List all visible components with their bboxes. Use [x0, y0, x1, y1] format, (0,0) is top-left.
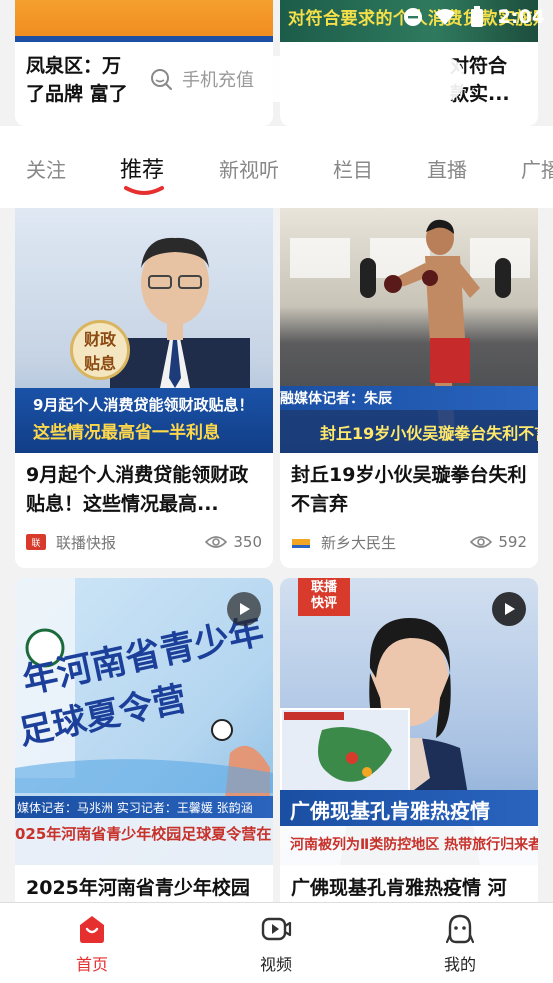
nav-profile[interactable]: 我的	[410, 913, 510, 975]
nav-profile-label: 我的	[443, 955, 476, 974]
previous-cards-strip: 凤泉区：万 了品牌 富了 对符合要求的个人消费贷款实施贴息 对符合 款实... …	[0, 0, 553, 126]
finance-badge: 财政 贴息	[70, 320, 130, 380]
tab-live[interactable]: 直播	[427, 154, 467, 183]
thumbnail-caption: 融媒体记者：朱辰	[280, 391, 392, 407]
play-icon	[240, 603, 250, 615]
news-title: 2025年河南省青少年校园	[26, 877, 250, 899]
source-logo-icon: 联	[26, 534, 46, 550]
news-title: 9月起个人消费贷能领财政贴息！这些情况最高...	[26, 464, 249, 515]
news-meta: 新乡大民生 592	[291, 530, 527, 554]
news-card[interactable]: 年河南省青少年 足球夏令营 媒体记者：马兆洲 实习记者：王馨媛 张韵涵 025年…	[15, 578, 273, 902]
status-bar: 2:04	[402, 6, 545, 28]
eye-icon	[205, 536, 228, 548]
nav-video-label: 视频	[259, 955, 292, 974]
thumbnail-caption: 河南被列为Ⅱ类防控地区 热带旅行归来者需注意	[290, 837, 538, 853]
video-icon	[261, 917, 292, 941]
thumbnail-caption: 媒体记者：马兆洲 实习记者：王馨媛 张韵涵	[17, 801, 253, 815]
thumbnail-caption: 025年河南省青少年校园足球夏令营在	[15, 825, 272, 843]
news-thumbnail: 联播 快评 广佛现基孔肯雅热疫情 河南被列为Ⅱ类防控地区 热带旅行归来者	[280, 578, 538, 865]
news-source: 新乡大民生	[321, 533, 397, 552]
tab-radio[interactable]: 广播	[521, 154, 553, 183]
news-title: 封丘19岁小伙吴璇拳台失利不言弃	[291, 464, 527, 515]
thumbnail-caption: 封丘19岁小伙吴璇拳台失利不言	[320, 424, 538, 443]
thumbnail-caption: 广佛现基孔肯雅热疫情	[290, 799, 490, 823]
nav-video[interactable]: 视频	[226, 913, 326, 975]
tab-active-indicator	[124, 186, 164, 195]
view-count: 350	[205, 533, 262, 551]
channel-tabs: 关注 推荐 新视听 栏目 直播 广播	[0, 126, 553, 208]
news-thumbnail: 融媒体记者：朱辰 封丘19岁小伙吴璇拳台失利不言	[280, 208, 538, 453]
news-card[interactable]: 融媒体记者：朱辰 封丘19岁小伙吴璇拳台失利不言 封丘19岁小伙吴璇拳台失利不言…	[280, 208, 538, 568]
dnd-icon	[402, 6, 424, 28]
thumbnail-caption: 这些情况最高省一半利息	[33, 423, 220, 443]
home-icon	[80, 916, 104, 943]
battery-icon	[466, 6, 488, 28]
svg-text:联: 联	[31, 538, 40, 549]
play-button[interactable]	[492, 592, 526, 626]
nav-home-label: 首页	[75, 955, 108, 974]
china-map	[280, 708, 410, 798]
thumbnail-caption: 9月起个人消费贷能领财政贴息！	[33, 396, 254, 414]
news-card[interactable]: 联播 快评 广佛现基孔肯雅热疫情 河南被列为Ⅱ类防控地区 热带旅行归来者 广佛现…	[280, 578, 538, 902]
news-thumbnail: 年河南省青少年 足球夏令营 媒体记者：马兆洲 实习记者：王馨媛 张韵涵 025年…	[15, 578, 273, 865]
wifi-icon	[434, 6, 456, 28]
status-time: 2:04	[497, 6, 545, 28]
eye-icon	[470, 536, 493, 548]
previous-card-thumbnail	[15, 0, 273, 42]
search-icon	[151, 69, 172, 90]
news-title: 广佛现基孔肯雅热疫情 河	[291, 877, 507, 899]
tab-recommend[interactable]: 推荐	[120, 152, 164, 184]
search-bar[interactable]: 手机充值	[140, 56, 465, 102]
source-logo-icon	[291, 534, 311, 550]
news-meta: 联 联播快报 350	[26, 530, 262, 554]
tab-columns[interactable]: 栏目	[333, 154, 373, 183]
search-placeholder: 手机充值	[182, 70, 254, 91]
tab-new-media[interactable]: 新视听	[219, 154, 279, 183]
profile-icon	[445, 914, 475, 944]
play-button[interactable]	[227, 592, 261, 626]
news-card[interactable]: 财政 贴息 9月起个人消费贷能领财政贴息！ 这些情况最高省一半利息 9月起个人消…	[15, 208, 273, 568]
bottom-navigation: 首页 视频 我的	[0, 902, 553, 983]
news-source: 联播快报	[56, 533, 117, 552]
view-count: 592	[470, 533, 527, 551]
news-thumbnail: 财政 贴息 9月起个人消费贷能领财政贴息！ 这些情况最高省一半利息	[15, 208, 273, 453]
play-icon	[505, 603, 515, 615]
nav-home[interactable]: 首页	[42, 913, 142, 975]
tab-follow[interactable]: 关注	[26, 154, 66, 183]
news-feed: 财政 贴息 9月起个人消费贷能领财政贴息！ 这些情况最高省一半利息 9月起个人消…	[0, 208, 553, 902]
